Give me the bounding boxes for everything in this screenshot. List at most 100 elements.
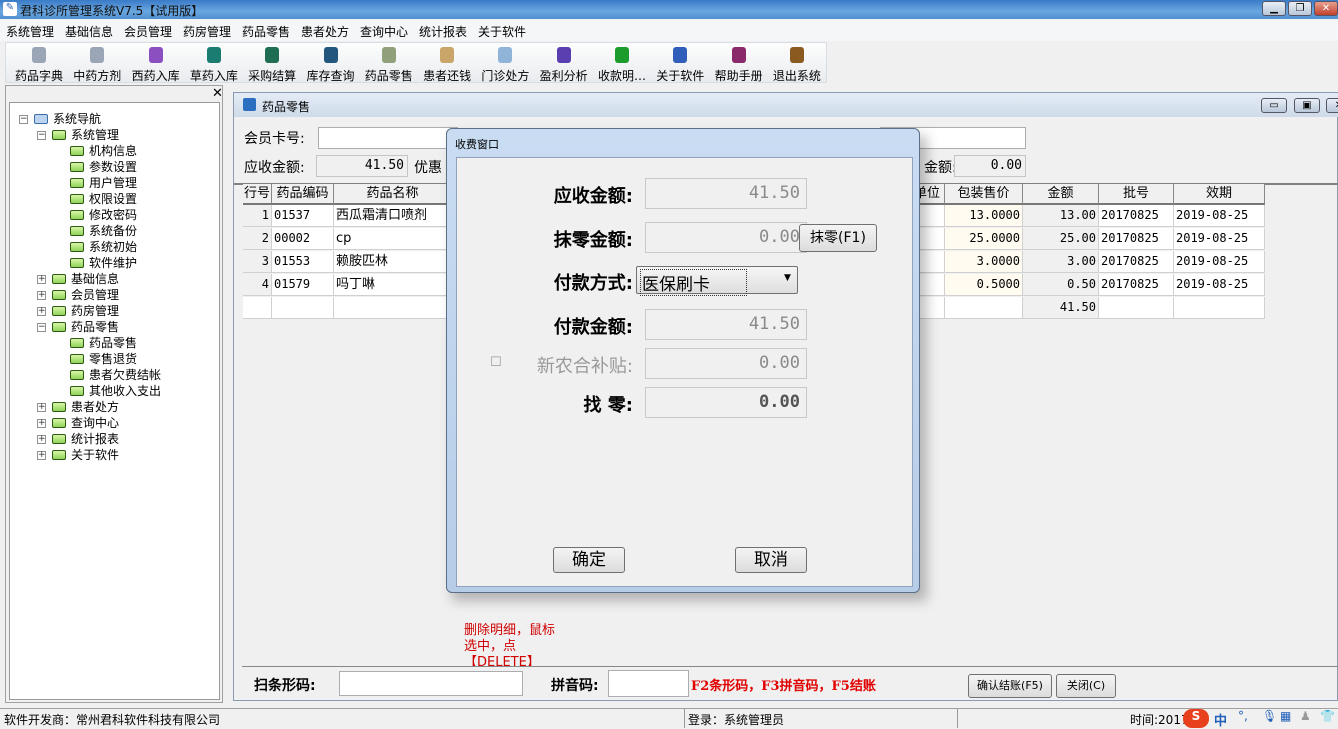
menu-item[interactable]: 药房管理 [183,23,231,40]
menu-item[interactable]: 查询中心 [360,23,408,40]
menu-item[interactable]: 患者处方 [301,23,349,40]
collapse-icon[interactable]: − [19,115,28,124]
toolbar-button[interactable]: 药品零售 [360,45,418,83]
tree-item[interactable]: 基础信息 [52,271,119,287]
tree-item[interactable]: 关于软件 [52,447,119,463]
sogou-ime-icon[interactable]: S [1183,709,1209,728]
capsule-icon [90,47,105,63]
column-header[interactable]: 药品编码 [272,184,334,205]
keyboard-icon[interactable]: ▦ [1280,709,1291,723]
member-card-input[interactable] [318,127,458,149]
tree-item[interactable]: 权限设置 [70,191,137,207]
menu-item[interactable]: 药品零售 [242,23,290,40]
tree-item[interactable]: 药品零售 [70,335,137,351]
expand-icon[interactable]: + [37,435,46,444]
tree-item-label: 患者处方 [71,400,120,414]
collapse-icon[interactable]: − [37,323,46,332]
menu-item[interactable]: 统计报表 [419,23,467,40]
close-button[interactable]: ✕ [1314,1,1338,16]
expand-icon[interactable]: + [37,291,46,300]
payment-method-select[interactable]: 医保刷卡 ▼ [636,266,798,296]
tree-item[interactable]: 修改密码 [70,207,137,223]
ok-button[interactable]: 确定 [553,547,625,573]
tree-item[interactable]: 机构信息 [70,143,137,159]
app-logo-icon: ✎ [3,2,17,16]
skin-icon[interactable]: 👕 [1320,709,1335,723]
ime-mode[interactable]: 中 [1214,710,1227,729]
toolbar-button[interactable]: 关于软件 [651,45,709,83]
tree-item[interactable]: 药品零售 [52,319,119,335]
toolbar-button-label: 退出系统 [772,69,821,83]
toolbar-button[interactable]: 西药入库 [127,45,185,83]
toolbar-button[interactable]: 收款明… [593,45,651,83]
toolbar-button[interactable]: 库存查询 [302,45,360,83]
tree-item[interactable]: 软件维护 [70,255,137,271]
pinyin-input[interactable] [608,670,689,697]
column-header[interactable]: 效期 [1174,184,1265,205]
barcode-input[interactable] [339,671,523,696]
rounding-button[interactable]: 抹零(F1) [799,224,877,252]
column-header[interactable]: 包装售价 [945,184,1023,205]
menu-item[interactable]: 系统管理 [6,23,54,40]
toolbar-button[interactable]: 草药入库 [185,45,243,83]
close-retail-button[interactable]: 关闭(C) [1056,674,1116,698]
confirm-checkout-button[interactable]: 确认结账(F5) [968,674,1052,698]
tree-item[interactable]: 系统初始 [70,239,137,255]
tree-item[interactable]: 会员管理 [52,287,119,303]
toolbar-button-label: 西药入库 [131,69,180,83]
tree-item[interactable]: 系统管理 [52,127,119,143]
toolbar-button[interactable]: 帮助手册 [710,45,768,83]
toolbar-button[interactable]: 盈利分析 [535,45,593,83]
column-header[interactable]: 行号 [243,184,272,205]
toolbar-button[interactable]: 中药方剂 [68,45,126,83]
folder-icon [52,450,66,460]
close-panel-icon[interactable]: ✕ [212,86,223,101]
table-cell: 25.00 [1023,228,1099,250]
medicine-box-icon [148,47,163,63]
minimize-button[interactable]: ▁ [1262,1,1286,16]
tree-item[interactable]: 统计报表 [52,431,119,447]
table-cell: 3.00 [1023,251,1099,273]
menu-item[interactable]: 会员管理 [124,23,172,40]
cancel-button[interactable]: 取消 [735,547,807,573]
child-minimize-button[interactable]: ▭ [1261,98,1287,113]
book-icon [731,47,746,63]
tree-item-label: 用户管理 [89,176,138,190]
toolbar-button[interactable]: 退出系统 [768,45,826,83]
toolbar-button[interactable]: 采购结算 [243,45,301,83]
expand-icon[interactable]: + [37,403,46,412]
tree-item[interactable]: 药房管理 [52,303,119,319]
toolbar-button[interactable]: 患者还钱 [418,45,476,83]
menu-item[interactable]: 关于软件 [478,23,526,40]
tree-item[interactable]: 系统导航 [34,111,101,127]
tree-item[interactable]: 零售退货 [70,351,137,367]
table-cell: 2019-08-25 [1174,228,1265,250]
user-icon[interactable]: ♟ [1300,709,1311,723]
tree-item[interactable]: 患者处方 [52,399,119,415]
system-nav-icon [34,114,48,124]
tree-item[interactable]: 其他收入支出 [70,383,161,399]
menu-item[interactable]: 基础信息 [65,23,113,40]
child-close-button[interactable]: ✕ [1326,98,1338,113]
expand-icon[interactable]: + [37,419,46,428]
expand-icon[interactable]: + [37,307,46,316]
restore-button[interactable]: ❐ [1288,1,1312,16]
tree-item[interactable]: 患者欠费结帐 [70,367,161,383]
toolbar-button[interactable]: 药品字典 [10,45,68,83]
tree-item[interactable]: 查询中心 [52,415,119,431]
punctuation-icon[interactable]: °, [1238,709,1248,723]
microphone-icon[interactable]: 🎙 [1262,709,1277,723]
column-header[interactable]: 金额 [1023,184,1099,205]
tree-item[interactable]: 系统备份 [70,223,137,239]
dlg-subsidy-label: 新农合补贴: [536,356,633,377]
collapse-icon[interactable]: − [37,131,46,140]
tree-item[interactable]: 用户管理 [70,175,137,191]
toolbar: 药品字典 中药方剂 西药入库 草药入库 采购结算 库存查询 药品零售 患者还钱 门诊处方 盈利分析… [5,42,827,83]
child-restore-button[interactable]: ▣ [1294,98,1320,113]
toolbar-button[interactable]: 门诊处方 [476,45,534,83]
tree-item[interactable]: 参数设置 [70,159,137,175]
expand-icon[interactable]: + [37,275,46,284]
column-header[interactable]: 批号 [1099,184,1174,205]
expand-icon[interactable]: + [37,451,46,460]
total-cell [272,297,334,319]
